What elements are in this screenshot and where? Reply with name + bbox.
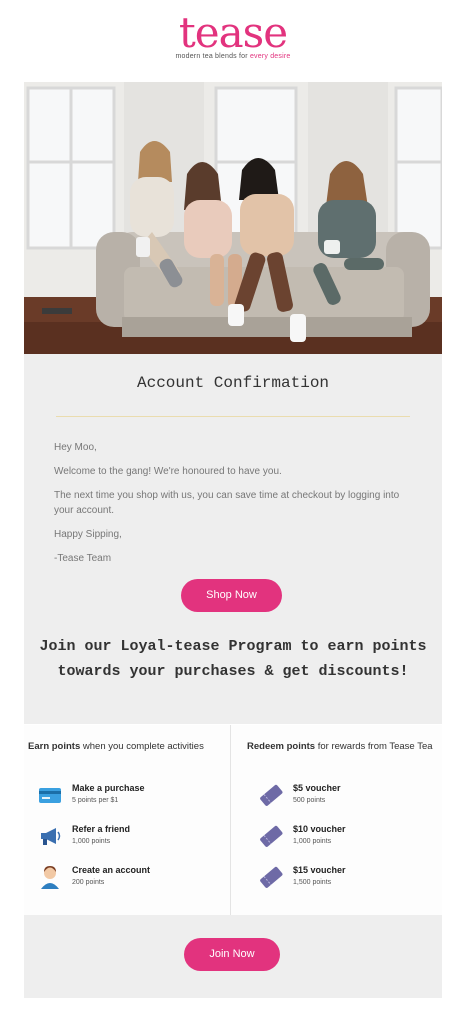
redeem-item-15: $15 voucher 1,500 points [253, 857, 429, 899]
earn-item-refer: Refer a friend 1,000 points [32, 816, 210, 858]
redeem-points-heading: Redeem points for rewards from Tease Tea [247, 741, 433, 752]
tease-logo[interactable]: tease [0, 10, 466, 56]
redeem-item-10: $10 voucher 1,000 points [253, 816, 429, 858]
earn-heading-bold: Earn points [28, 741, 81, 752]
confirmation-card: Account Confirmation Hey Moo, Welcome to… [24, 354, 442, 724]
checkout-text: The next time you shop with us, you can … [54, 490, 400, 516]
confirmation-message: Hey Moo, Welcome to the gang! We're hono… [54, 440, 412, 575]
redeem-item-title: $5 voucher [293, 783, 341, 793]
ticket-icon [257, 781, 285, 809]
earn-heading-rest: when you complete activities [80, 741, 204, 752]
redeem-item-title: $15 voucher [293, 865, 346, 875]
earn-item-points: 1,000 points [72, 838, 111, 845]
greeting-text: Hey Moo, [54, 442, 97, 453]
loyalty-heading: Join our Loyal-tease Program to earn poi… [39, 638, 427, 680]
redeem-item-5: $5 voucher 500 points [253, 775, 429, 817]
redeem-item-points: 1,500 points [293, 879, 332, 886]
earn-item-points: 5 points per $1 [72, 797, 119, 804]
person-icon [36, 863, 64, 891]
earn-points-panel: Earn points when you complete activities… [24, 725, 229, 915]
earn-item-create-account: Create an account 200 points [32, 857, 210, 899]
earn-item-points: 200 points [72, 879, 105, 886]
redeem-item-points: 500 points [293, 797, 326, 804]
confirmation-title: Account Confirmation [136, 374, 330, 392]
points-panels: Earn points when you complete activities… [24, 725, 442, 915]
welcome-text: Welcome to the gang! We're honoured to h… [54, 466, 282, 477]
megaphone-icon [36, 822, 64, 850]
redeem-points-panel: Redeem points for rewards from Tease Tea… [230, 725, 442, 915]
earn-item-purchase: Make a purchase 5 points per $1 [32, 775, 210, 817]
join-now-button[interactable]: Join Now [184, 938, 280, 971]
redeem-heading-bold: Redeem points [247, 741, 316, 752]
redeem-heading-rest: for rewards from Tease Tea [315, 741, 433, 752]
credit-card-icon [36, 781, 64, 809]
tagline-prefix: modern tea blends for [175, 53, 250, 60]
join-footer: Join Now [24, 915, 442, 998]
hero-image [24, 82, 442, 354]
signoff-text: -Tease Team [54, 553, 112, 564]
sipping-text: Happy Sipping, [54, 529, 122, 540]
tagline-accent: every desire [249, 53, 291, 60]
title-divider [56, 416, 410, 417]
earn-item-title: Make a purchase [72, 783, 145, 793]
redeem-item-points: 1,000 points [293, 838, 332, 845]
earn-points-heading: Earn points when you complete activities [28, 741, 204, 752]
shop-now-button[interactable]: Shop Now [181, 579, 282, 612]
redeem-item-title: $10 voucher [293, 824, 346, 834]
email-header: tease modern tea blends for every desire [0, 0, 466, 80]
earn-item-title: Create an account [72, 865, 151, 875]
ticket-icon [257, 822, 285, 850]
earn-item-title: Refer a friend [72, 824, 131, 834]
ticket-icon [257, 863, 285, 891]
logo-tagline: modern tea blends for every desire [0, 53, 466, 60]
